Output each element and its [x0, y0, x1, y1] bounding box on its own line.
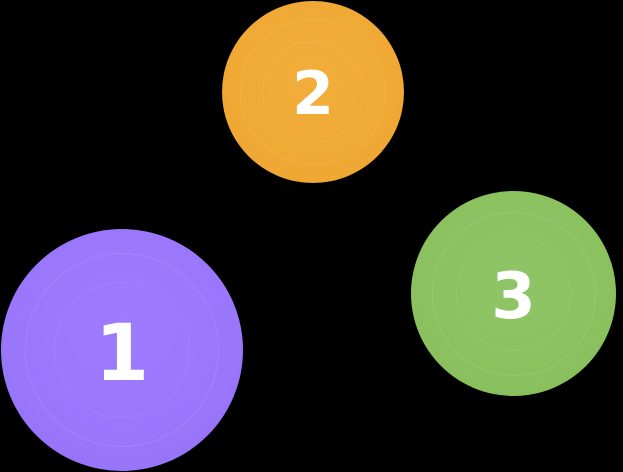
badge-label-3: 3: [491, 259, 536, 334]
badge-stage: 2 3 1: [0, 0, 623, 472]
number-badge-1: 1: [1, 229, 243, 471]
number-badge-3: 3: [411, 191, 616, 396]
number-badge-2: 2: [222, 1, 404, 183]
badge-label-2: 2: [292, 59, 334, 129]
badge-label-1: 1: [94, 309, 150, 399]
